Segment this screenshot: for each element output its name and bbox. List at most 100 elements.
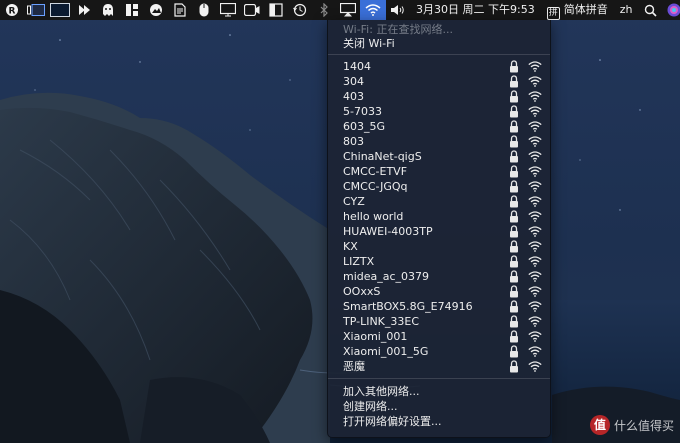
network-item[interactable]: Xiaomi_001 xyxy=(328,329,550,344)
open-network-preferences-item[interactable]: 打开网络偏好设置... xyxy=(328,414,550,429)
language-indicator[interactable]: zh xyxy=(614,0,639,20)
lock-icon xyxy=(510,165,518,178)
network-item[interactable]: hello world xyxy=(328,209,550,224)
wifi-signal-icon xyxy=(528,256,542,267)
lock-icon xyxy=(510,255,518,268)
lock-icon xyxy=(510,150,518,163)
lock-icon xyxy=(510,300,518,313)
network-item[interactable]: 603_5G xyxy=(328,119,550,134)
network-item[interactable]: SmartBOX5.8G_E74916 xyxy=(328,299,550,314)
network-item[interactable]: CYZ xyxy=(328,194,550,209)
network-item[interactable]: CMCC-JGQq xyxy=(328,179,550,194)
network-item[interactable]: 304 xyxy=(328,74,550,89)
lock-icon xyxy=(510,270,518,283)
turn-off-wifi-item[interactable]: 关闭 Wi-Fi xyxy=(343,36,395,51)
gpu-indicator-icon[interactable] xyxy=(24,0,48,20)
lock-icon xyxy=(510,180,518,193)
lock-icon xyxy=(510,120,518,133)
lock-icon xyxy=(510,285,518,298)
lock-icon xyxy=(510,360,518,373)
window-grid-icon[interactable] xyxy=(120,0,144,20)
airplay-icon[interactable] xyxy=(336,0,360,20)
ghost-icon[interactable] xyxy=(96,0,120,20)
network-item[interactable]: midea_ac_0379 xyxy=(328,269,550,284)
wifi-signal-icon xyxy=(528,136,542,147)
network-item[interactable]: ChinaNet-qigS xyxy=(328,149,550,164)
wifi-signal-icon xyxy=(528,346,542,357)
layout-icon[interactable] xyxy=(264,0,288,20)
create-network-item[interactable]: 创建网络... xyxy=(328,399,550,414)
network-item[interactable]: 803 xyxy=(328,134,550,149)
monitor-app-icon[interactable] xyxy=(48,0,72,20)
wifi-signal-icon xyxy=(528,241,542,252)
svg-text:R: R xyxy=(9,7,16,17)
wifi-icon[interactable] xyxy=(360,0,386,20)
lock-icon xyxy=(510,315,518,328)
menu-separator xyxy=(328,54,550,55)
watermark-logo-icon: 值 xyxy=(589,415,610,435)
network-name: 恶魔 xyxy=(343,360,365,373)
network-item[interactable]: CMCC-ETVF xyxy=(328,164,550,179)
network-name: CMCC-JGQq xyxy=(343,180,408,193)
lock-icon xyxy=(510,210,518,223)
infuse-icon[interactable] xyxy=(72,0,96,20)
network-item[interactable]: 恶魔 xyxy=(328,359,550,374)
network-item[interactable]: 5-7033 xyxy=(328,104,550,119)
network-name: 1404 xyxy=(343,60,371,73)
network-name: CMCC-ETVF xyxy=(343,165,408,178)
wifi-signal-icon xyxy=(528,106,542,117)
r-app-icon[interactable]: R xyxy=(0,0,24,20)
network-name: CYZ xyxy=(343,195,365,208)
wifi-signal-icon xyxy=(528,61,542,72)
network-name: midea_ac_0379 xyxy=(343,270,430,283)
network-item[interactable]: LIZTX xyxy=(328,254,550,269)
volume-icon[interactable] xyxy=(386,0,410,20)
menu-separator xyxy=(328,378,550,379)
wifi-dropdown-menu: Wi-Fi: 正在查找网络... 关闭 Wi-Fi 1404 304 403 5… xyxy=(327,20,551,438)
bluetooth-icon[interactable] xyxy=(312,0,336,20)
mouse-icon[interactable] xyxy=(192,0,216,20)
network-item[interactable]: KX xyxy=(328,239,550,254)
network-item[interactable]: TP-LINK_33EC xyxy=(328,314,550,329)
lock-icon xyxy=(510,345,518,358)
wifi-signal-icon xyxy=(528,316,542,327)
wifi-signal-icon xyxy=(528,196,542,207)
wifi-signal-icon xyxy=(528,226,542,237)
clock[interactable]: 3月30日 周二 下午9:53 xyxy=(410,0,541,20)
image-app-icon[interactable] xyxy=(144,0,168,20)
search-icon[interactable] xyxy=(638,0,662,20)
lock-icon xyxy=(510,195,518,208)
document-icon[interactable] xyxy=(168,0,192,20)
network-item[interactable]: HUAWEI-4003TP xyxy=(328,224,550,239)
network-item[interactable]: OOxxS xyxy=(328,284,550,299)
wifi-signal-icon xyxy=(528,151,542,162)
display-icon[interactable] xyxy=(216,0,240,20)
network-name: 5-7033 xyxy=(343,105,382,118)
watermark: 值 什么值得买 xyxy=(589,413,674,437)
network-name: Xiaomi_001_5G xyxy=(343,345,429,358)
wifi-signal-icon xyxy=(528,301,542,312)
join-other-network-item[interactable]: 加入其他网络... xyxy=(328,384,550,399)
network-name: KX xyxy=(343,240,358,253)
network-item[interactable]: 1404 xyxy=(328,59,550,74)
network-item[interactable]: 403 xyxy=(328,89,550,104)
wifi-status: Wi-Fi: 正在查找网络... xyxy=(343,23,453,36)
lock-icon xyxy=(510,225,518,238)
network-name: LIZTX xyxy=(343,255,375,268)
wifi-signal-icon xyxy=(528,286,542,297)
input-method-menu[interactable]: 拼简体拼音 xyxy=(541,0,614,20)
lock-icon xyxy=(510,240,518,253)
screen-recorder-icon[interactable] xyxy=(240,0,264,20)
siri-icon[interactable] xyxy=(662,0,680,20)
wifi-signal-icon xyxy=(528,211,542,222)
network-name: ChinaNet-qigS xyxy=(343,150,422,163)
wifi-signal-icon xyxy=(528,181,542,192)
network-name: OOxxS xyxy=(343,285,381,298)
wifi-signal-icon xyxy=(528,331,542,342)
network-name: 304 xyxy=(343,75,364,88)
network-name: HUAWEI-4003TP xyxy=(343,225,433,238)
time-machine-icon[interactable] xyxy=(288,0,312,20)
network-item[interactable]: Xiaomi_001_5G xyxy=(328,344,550,359)
network-name: 603_5G xyxy=(343,120,386,133)
lock-icon xyxy=(510,330,518,343)
